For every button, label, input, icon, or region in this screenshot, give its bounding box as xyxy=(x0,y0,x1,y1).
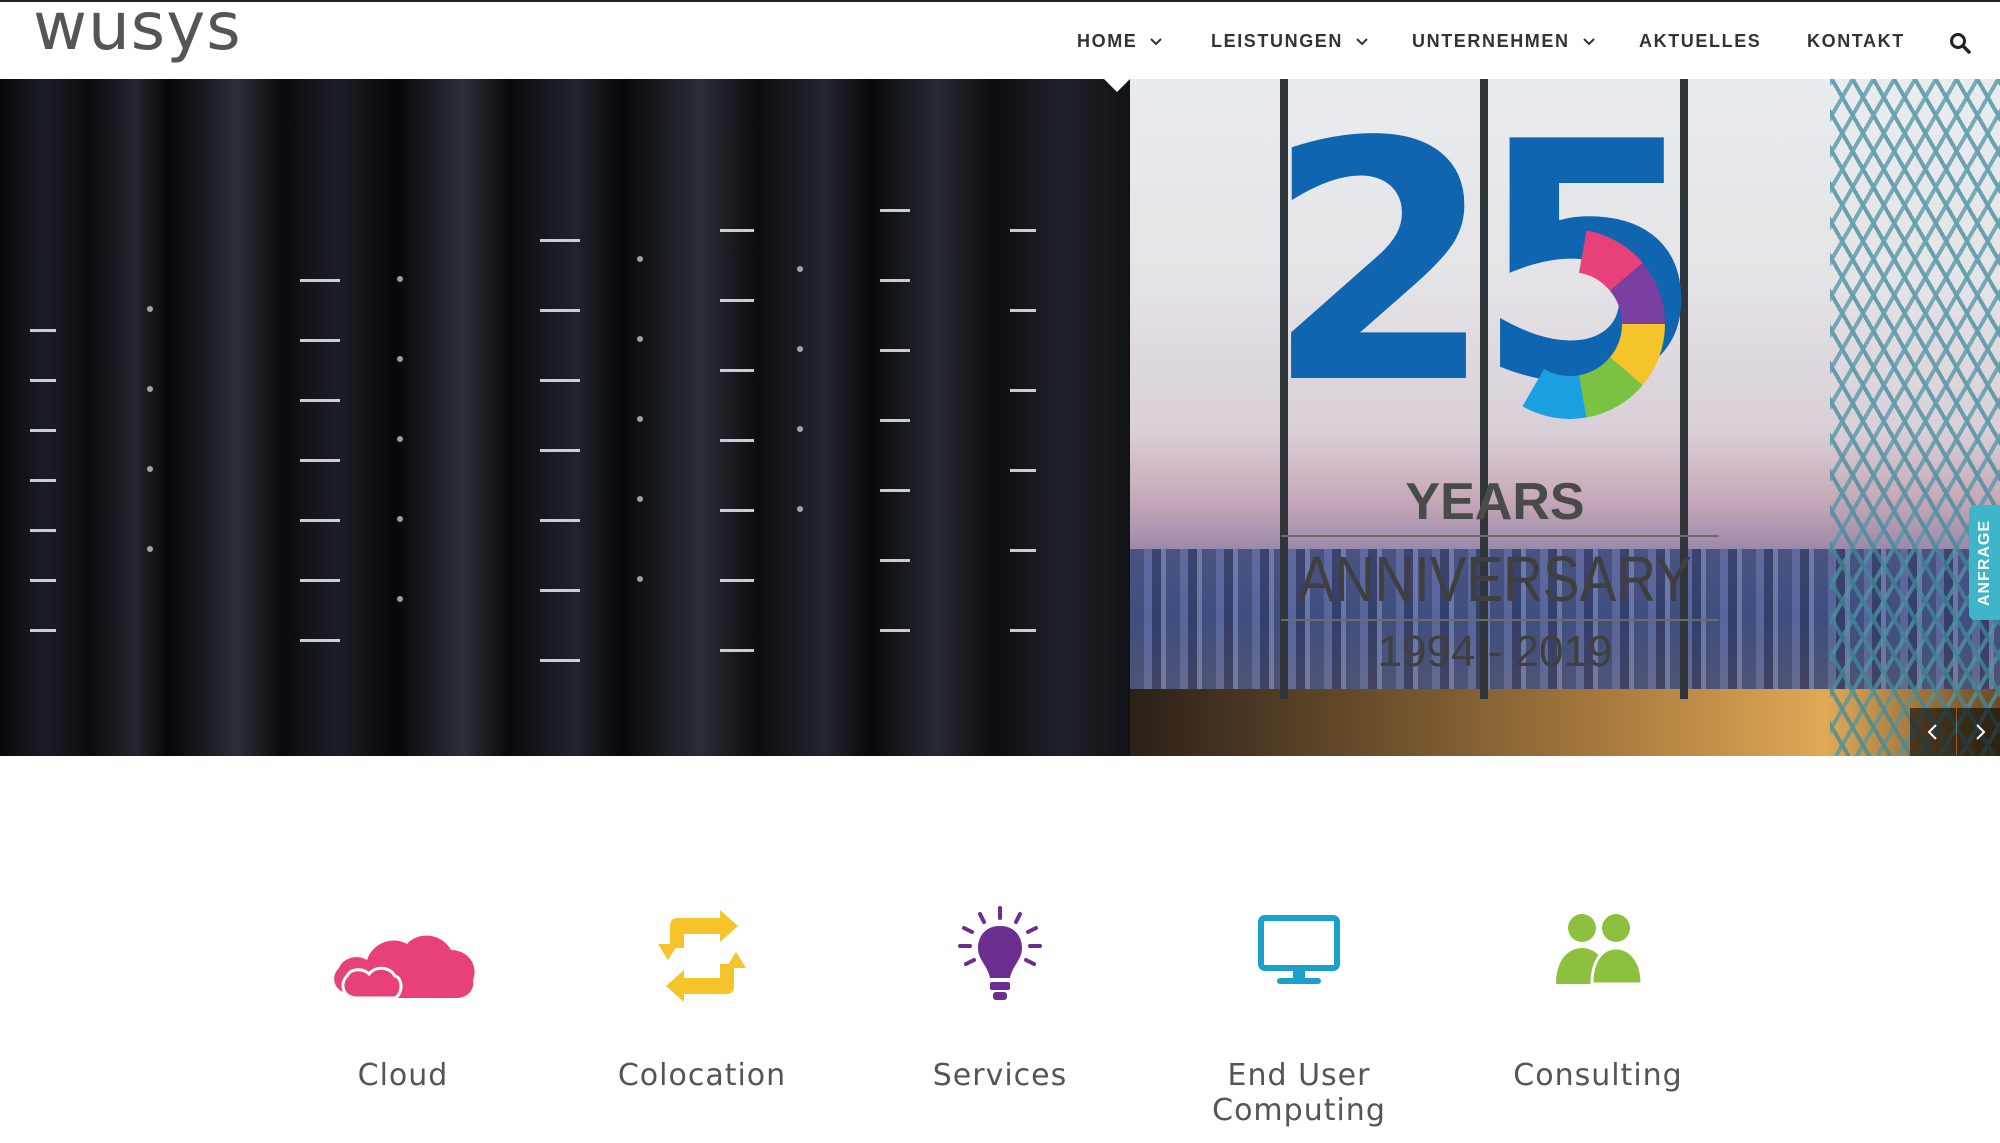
tower-structure-image xyxy=(1830,79,2000,756)
nav-item-label: UNTERNEHMEN xyxy=(1412,31,1570,51)
chevron-left-icon xyxy=(1927,724,1937,740)
anfrage-label: ANFRAGE xyxy=(1975,519,1993,606)
service-label: Colocation xyxy=(617,1058,787,1093)
ring-segment xyxy=(1522,369,1587,419)
nav-item-kontakt[interactable]: KONTAKT xyxy=(1807,2,1905,81)
site-header: wusys HOME LEISTUNGEN UNTERNEHMEN AKTUEL… xyxy=(0,0,2000,79)
chevron-down-icon xyxy=(1582,37,1595,45)
nav-item-aktuelles[interactable]: AKTUELLES xyxy=(1639,2,1761,81)
slider-next-button[interactable] xyxy=(1957,708,2000,756)
rack-lights-decoration xyxy=(30,209,1036,662)
badge-years-label: YEARS xyxy=(1405,473,1585,531)
hero-slider: 25 YEARS ANNIVERSARY 1994 - 2019 xyxy=(0,79,2000,756)
nav-item-leistungen[interactable]: LEISTUNGEN xyxy=(1211,2,1369,81)
anniversary-badge: 25 YEARS ANNIVERSARY 1994 - 2019 xyxy=(1265,99,1725,719)
users-icon xyxy=(1556,914,1644,986)
badge-anniversary-label: ANNIVERSARY xyxy=(1298,543,1692,615)
active-nav-indicator xyxy=(1103,78,1131,92)
nav-item-label: AKTUELLES xyxy=(1639,31,1762,51)
service-label: Consulting xyxy=(1513,1058,1683,1093)
chevron-right-icon xyxy=(1976,724,1986,740)
lightbulb-icon xyxy=(958,906,1042,1000)
nav-item-label: HOME xyxy=(1077,31,1138,51)
slider-prev-button[interactable] xyxy=(1910,708,1956,756)
badge-year-range: 1994 - 2019 xyxy=(1377,627,1613,676)
search-icon[interactable] xyxy=(1948,31,1972,55)
badge-divider xyxy=(1281,535,1719,537)
site-logo[interactable]: wusys xyxy=(33,0,242,65)
chevron-down-icon xyxy=(1356,37,1368,45)
chevron-down-icon xyxy=(1150,37,1163,45)
nav-item-unternehmen[interactable]: UNTERNEHMEN xyxy=(1412,2,1596,81)
nav-item-home[interactable]: HOME xyxy=(1077,2,1163,81)
refresh-icon xyxy=(658,910,746,1002)
color-ring-graphic xyxy=(1522,230,1665,419)
badge-divider xyxy=(1281,619,1719,621)
cloud-icon xyxy=(334,935,475,1000)
monitor-icon xyxy=(1258,915,1340,984)
anfrage-side-tab[interactable]: ANFRAGE xyxy=(1969,505,2000,620)
service-label: Services xyxy=(932,1058,1068,1093)
service-label: End User Computing xyxy=(1212,1058,1386,1128)
nav-item-label: KONTAKT xyxy=(1807,31,1905,51)
nav-item-label: LEISTUNGEN xyxy=(1211,31,1344,51)
services-section: Cloud Colocation Services End User Compu… xyxy=(0,756,2000,1143)
service-label: Cloud xyxy=(357,1058,449,1093)
